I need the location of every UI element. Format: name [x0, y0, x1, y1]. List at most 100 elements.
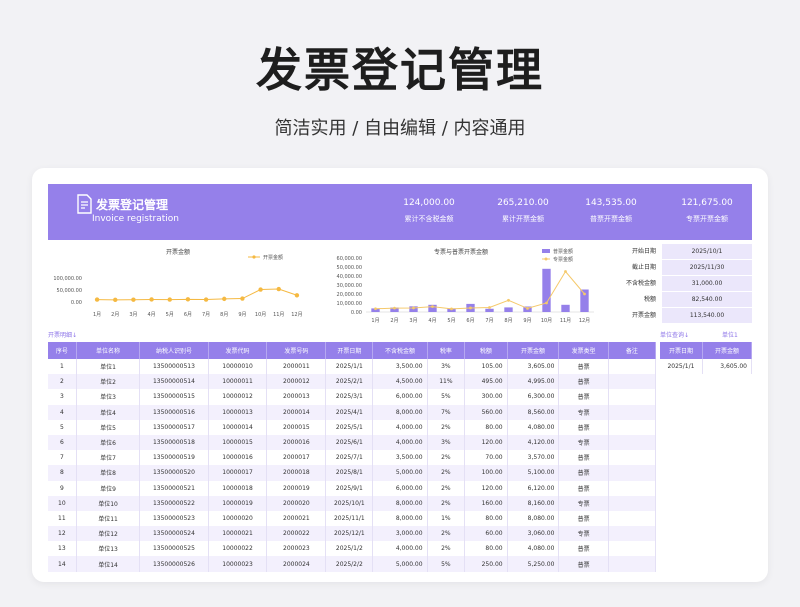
- table-cell[interactable]: 300.00: [464, 389, 508, 405]
- table-cell[interactable]: 4,500.00: [372, 374, 428, 390]
- table-cell[interactable]: 4: [48, 404, 77, 420]
- table-cell[interactable]: 13500000524: [139, 526, 209, 542]
- table-cell[interactable]: 4,000.00: [372, 419, 428, 435]
- table-cell[interactable]: 2025/4/1: [325, 404, 374, 420]
- summary-start-value[interactable]: 2025/10/1: [662, 244, 752, 259]
- table-cell[interactable]: 13500000518: [139, 434, 209, 451]
- table-cell[interactable]: 3,500.00: [372, 359, 428, 375]
- table-cell[interactable]: 10000018: [208, 480, 268, 496]
- table-cell[interactable]: 3,570.00: [507, 450, 560, 466]
- table-cell[interactable]: 专票: [558, 526, 609, 542]
- table-cell[interactable]: [608, 526, 657, 542]
- table-cell[interactable]: 单位11: [76, 510, 141, 527]
- table-cell[interactable]: 13500000516: [139, 404, 209, 420]
- table-cell[interactable]: 2000018: [266, 465, 327, 481]
- table-cell[interactable]: 普票: [558, 419, 609, 435]
- table-cell[interactable]: 2025/10/1: [325, 495, 374, 511]
- table-cell[interactable]: 单位6: [76, 434, 141, 451]
- table-cell[interactable]: 2%: [427, 541, 466, 557]
- table-cell[interactable]: 160.00: [464, 495, 508, 511]
- table-cell[interactable]: 普票: [558, 465, 609, 481]
- table-cell[interactable]: 2025/8/1: [325, 465, 374, 481]
- table-cell[interactable]: 13500000514: [139, 374, 209, 390]
- table-cell[interactable]: 2000019: [266, 480, 327, 496]
- table-cell[interactable]: 6,120.00: [507, 480, 560, 496]
- table-cell[interactable]: 3%: [427, 359, 466, 375]
- table-cell[interactable]: 普票: [558, 450, 609, 466]
- table-cell[interactable]: 5,000.00: [372, 556, 428, 572]
- table-cell[interactable]: 2%: [427, 465, 466, 481]
- table-row[interactable]: 13 单位13 13500000525 10000022 2000023 2025/1/2…: [48, 541, 657, 557]
- table-cell[interactable]: 10000021: [208, 526, 268, 542]
- table-cell[interactable]: 80.00: [464, 510, 508, 527]
- table-cell[interactable]: 5: [48, 419, 77, 435]
- table-cell[interactable]: 2000015: [266, 419, 327, 435]
- table-cell[interactable]: 4,000.00: [372, 541, 428, 557]
- table-cell[interactable]: 2025/11/1: [325, 510, 374, 527]
- table-cell[interactable]: 2025/7/1: [325, 450, 374, 466]
- table-cell[interactable]: 10000012: [208, 389, 268, 405]
- table-cell[interactable]: 4,080.00: [507, 419, 560, 435]
- table-cell[interactable]: 10000011: [208, 374, 268, 390]
- table-cell[interactable]: 普票: [558, 480, 609, 496]
- table-cell[interactable]: 13500000513: [139, 359, 209, 375]
- table-cell[interactable]: 13500000519: [139, 450, 209, 466]
- table-cell[interactable]: 普票: [558, 374, 609, 390]
- table-cell[interactable]: 普票: [558, 510, 609, 527]
- table-cell[interactable]: 单位5: [76, 419, 141, 435]
- table-cell[interactable]: 5,100.00: [507, 465, 560, 481]
- table-cell[interactable]: 105.00: [464, 359, 508, 375]
- table-cell[interactable]: 10000014: [208, 419, 268, 435]
- table-cell[interactable]: 10000020: [208, 510, 268, 527]
- table-cell[interactable]: 8,000.00: [372, 510, 428, 527]
- table-cell[interactable]: 8,000.00: [372, 495, 428, 511]
- table-cell[interactable]: 2000023: [266, 541, 327, 557]
- table-cell[interactable]: 80.00: [464, 419, 508, 435]
- table-row[interactable]: 3 单位3 13500000515 10000012 2000013 2025/3/1 6,…: [48, 389, 657, 405]
- table-cell[interactable]: 2000022: [266, 526, 327, 542]
- table-cell[interactable]: 2%: [427, 419, 466, 435]
- table-cell[interactable]: 10000017: [208, 465, 268, 481]
- table-row[interactable]: 10 单位10 13500000522 10000019 2000020 2025/10/…: [48, 495, 657, 511]
- table-cell[interactable]: 80.00: [464, 541, 508, 557]
- table-cell[interactable]: 250.00: [464, 556, 508, 572]
- table-cell[interactable]: 7: [48, 450, 77, 466]
- table-cell[interactable]: 10: [48, 495, 77, 511]
- table-cell[interactable]: 14: [48, 556, 77, 572]
- table-cell[interactable]: 普票: [558, 556, 609, 572]
- table-cell[interactable]: 6,000.00: [372, 480, 428, 496]
- table-cell[interactable]: 10000023: [208, 556, 268, 572]
- table-cell[interactable]: 10000016: [208, 450, 268, 466]
- table-cell[interactable]: [608, 450, 657, 466]
- table-cell[interactable]: 560.00: [464, 404, 508, 420]
- table-cell[interactable]: 4,995.00: [507, 374, 560, 390]
- table-cell[interactable]: 4,000.00: [372, 434, 428, 451]
- table-cell[interactable]: 2000011: [266, 359, 327, 375]
- table-cell[interactable]: 13500000526: [139, 556, 209, 572]
- table-cell[interactable]: 13500000515: [139, 389, 209, 405]
- table-cell[interactable]: 13500000521: [139, 480, 209, 496]
- table-row[interactable]: 1 单位1 13500000513 10000010 2000011 2025/1/1 3,…: [48, 359, 657, 375]
- table-cell[interactable]: 4,080.00: [507, 541, 560, 557]
- table-cell[interactable]: 60.00: [464, 526, 508, 542]
- table-cell[interactable]: 9: [48, 480, 77, 496]
- table-cell[interactable]: 11%: [427, 374, 466, 390]
- table-cell[interactable]: 13500000520: [139, 465, 209, 481]
- table-cell[interactable]: 2%: [427, 450, 466, 466]
- table-row[interactable]: 8 单位8 13500000520 10000017 2000018 2025/8/1 5,…: [48, 465, 657, 481]
- table-cell[interactable]: 5%: [427, 389, 466, 405]
- table-cell[interactable]: 2025/12/1: [325, 526, 374, 542]
- table-cell[interactable]: 100.00: [464, 465, 508, 481]
- table-cell[interactable]: 1%: [427, 510, 466, 527]
- table-cell[interactable]: 单位13: [76, 541, 141, 557]
- table-cell[interactable]: 3: [48, 389, 77, 405]
- table-cell[interactable]: 4,120.00: [507, 434, 560, 451]
- table-cell[interactable]: 2025/5/1: [325, 419, 374, 435]
- table-cell[interactable]: 2000013: [266, 389, 327, 405]
- table-cell[interactable]: 3,060.00: [507, 526, 560, 542]
- table-cell[interactable]: 7%: [427, 404, 466, 420]
- table-cell[interactable]: 单位2: [76, 374, 141, 390]
- table-cell[interactable]: 13500000523: [139, 510, 209, 527]
- summary-end-value[interactable]: 2025/11/30: [662, 260, 752, 275]
- table-cell[interactable]: 3,605.00: [507, 359, 560, 375]
